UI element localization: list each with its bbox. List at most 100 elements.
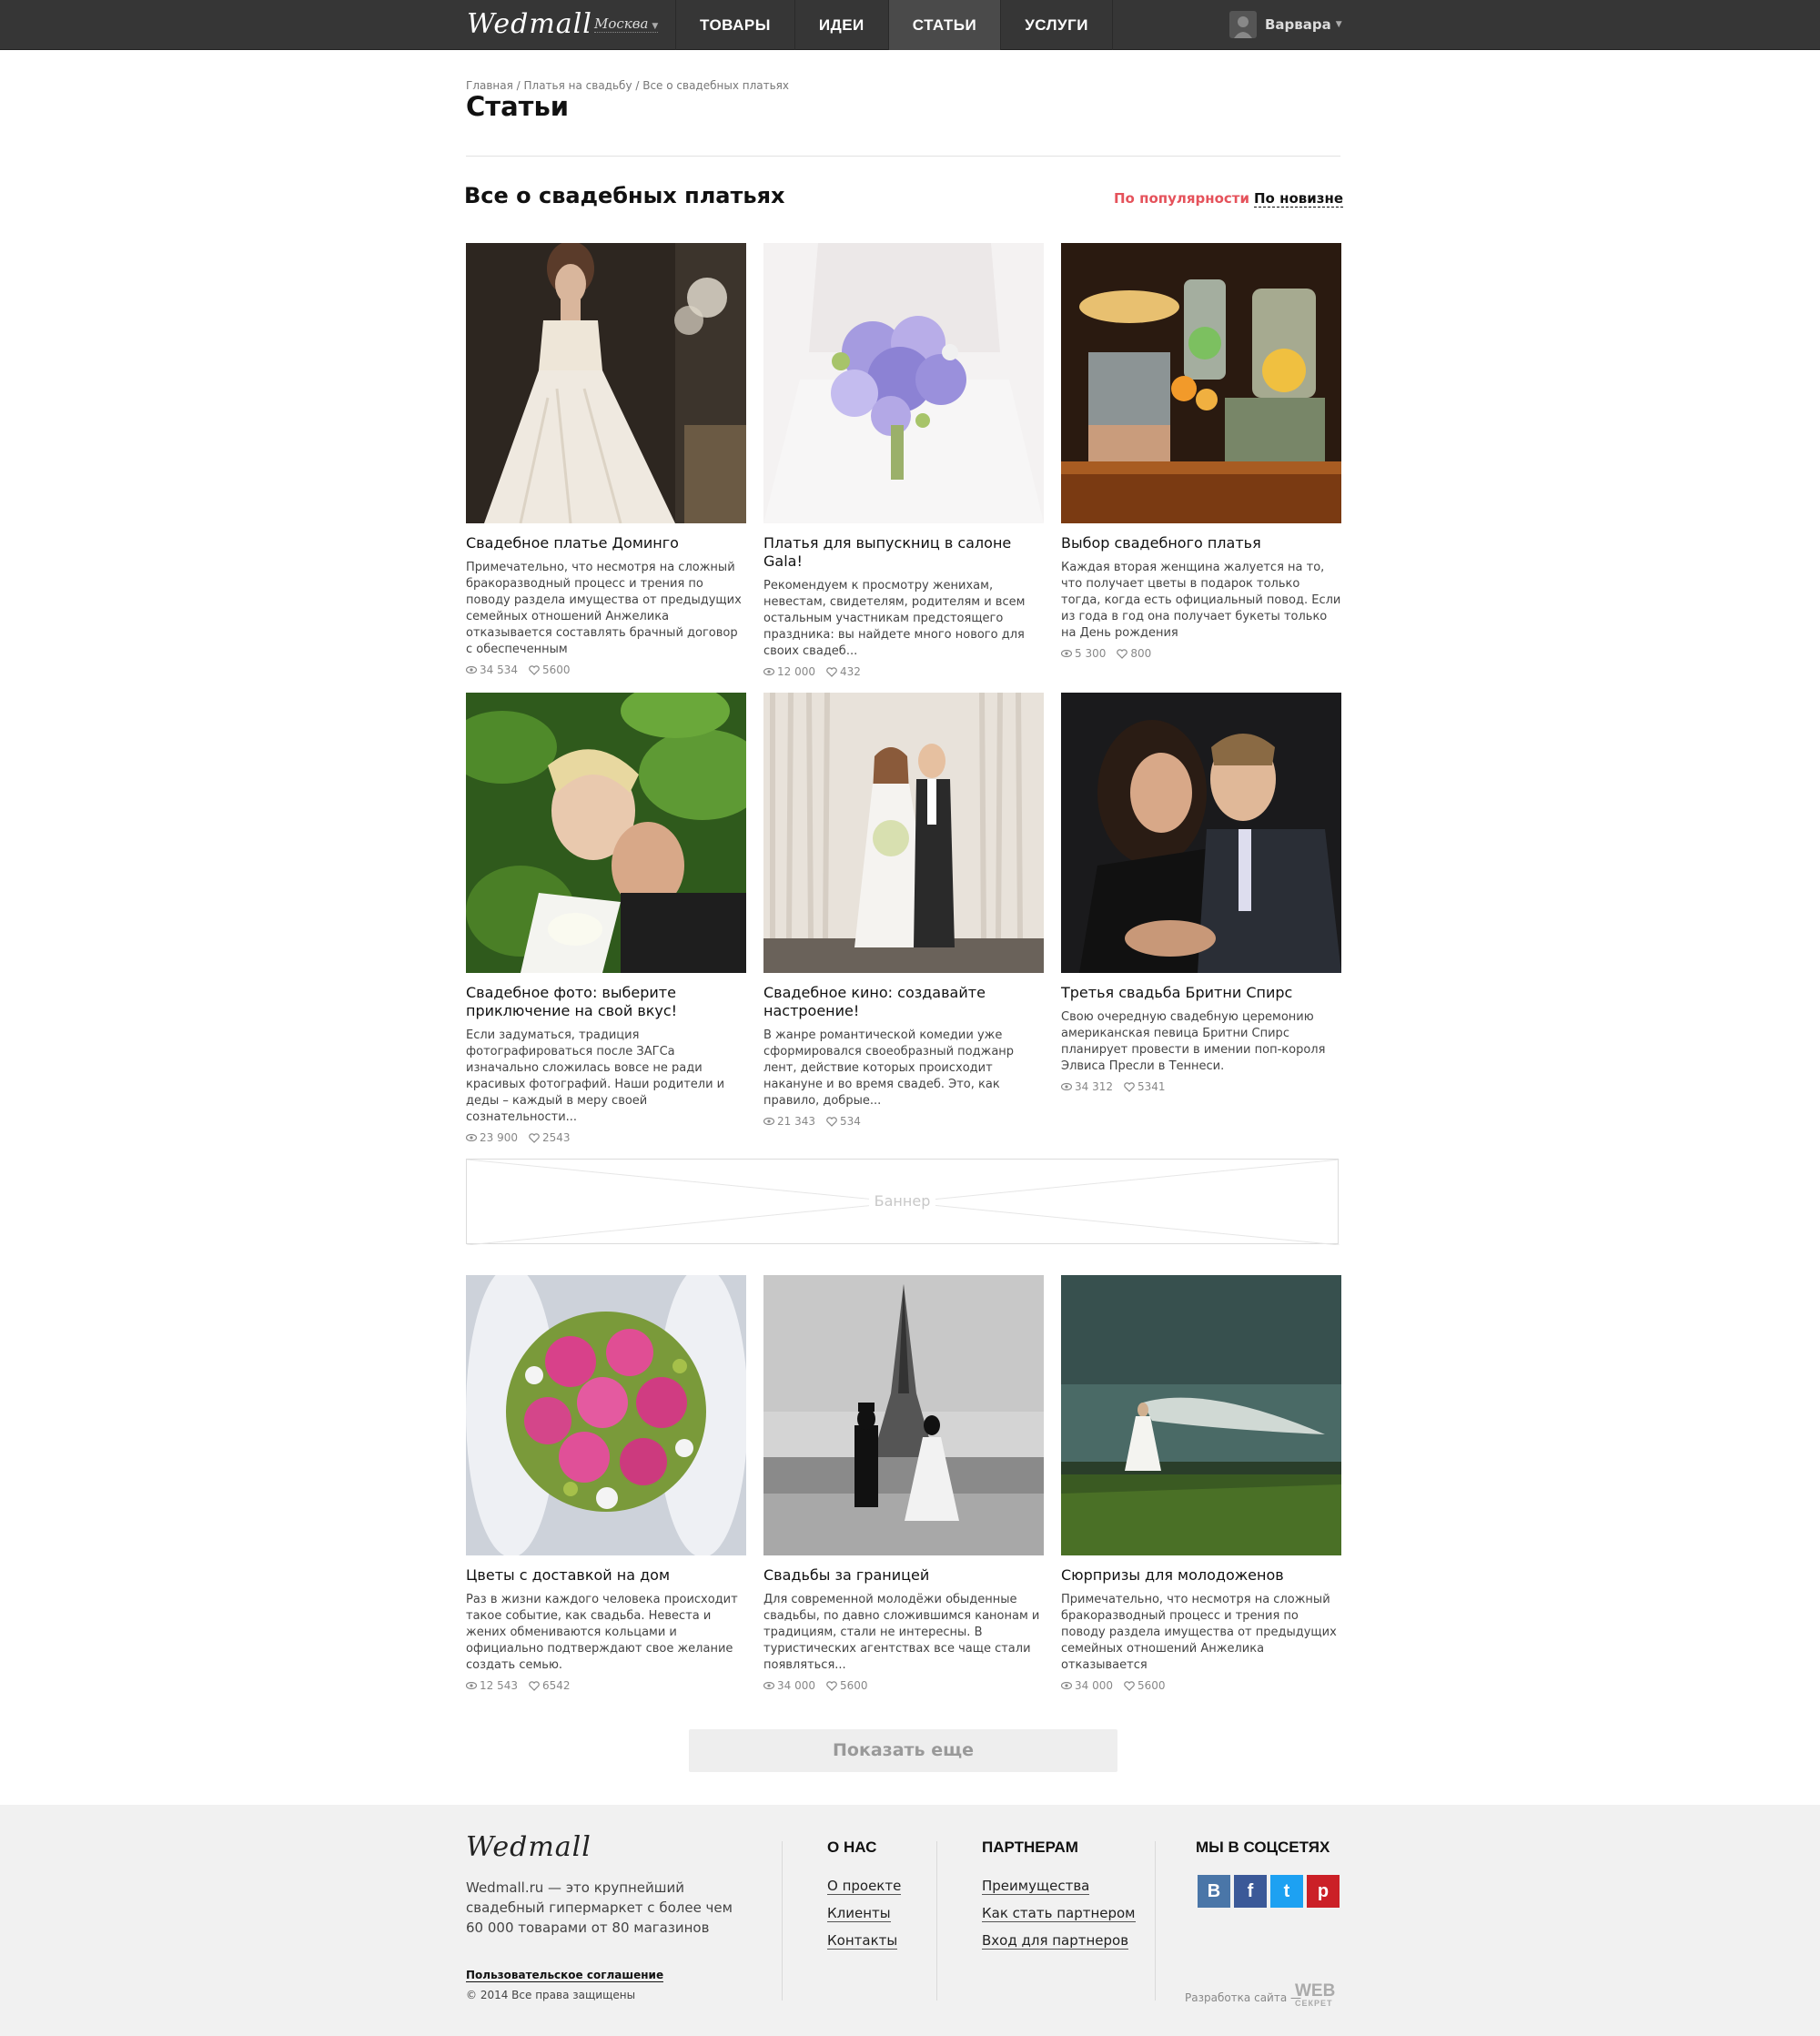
views-count: 12 000: [777, 665, 815, 678]
article-image-couple-kiss[interactable]: [466, 693, 746, 973]
article-excerpt: Свою очередную свадебную церемонию амери…: [1061, 1010, 1326, 1073]
nav-item-ideas[interactable]: ИДЕИ: [795, 0, 889, 50]
heart-icon: [1124, 1081, 1135, 1092]
article-card[interactable]: Платья для выпускниц в салоне Gala! Реко…: [763, 243, 1044, 678]
footer-link-contacts[interactable]: Контакты: [827, 1932, 898, 1950]
sort-by-newest[interactable]: По новизне: [1254, 190, 1344, 208]
likes-count: 534: [840, 1115, 861, 1128]
footer-link-advantages[interactable]: Преимущества: [982, 1878, 1090, 1895]
article-title[interactable]: Свадьбы за границей: [763, 1566, 1044, 1585]
views-count: 34 312: [1075, 1080, 1113, 1093]
article-card[interactable]: Свадебное кино: создавайте настроение! В…: [763, 693, 1044, 1128]
eye-icon: [466, 1134, 477, 1141]
article-card[interactable]: Цветы с доставкой на дом Раз в жизни каж…: [466, 1275, 746, 1692]
eye-icon: [763, 1682, 774, 1689]
vk-icon[interactable]: В: [1198, 1875, 1230, 1908]
footer-link-clients[interactable]: Клиенты: [827, 1905, 891, 1922]
page-title: Статьи: [466, 91, 570, 122]
likes-count: 2543: [542, 1131, 571, 1144]
article-card[interactable]: Выбор свадебного платья Каждая вторая же…: [1061, 243, 1341, 660]
developer-logo[interactable]: WEB СЕКРЕТ: [1295, 1981, 1336, 2008]
eye-icon: [763, 1118, 774, 1125]
user-agreement-link[interactable]: Пользовательское соглашение: [466, 1969, 664, 1982]
user-icon: [1234, 16, 1252, 38]
views-count: 21 343: [777, 1115, 815, 1128]
article-card[interactable]: Свадьбы за границей Для современной моло…: [763, 1275, 1044, 1692]
article-title[interactable]: Свадебное платье Доминго: [466, 534, 746, 552]
article-image-wedding-couple[interactable]: [763, 693, 1044, 973]
article-stats: 34 000 5600: [1061, 1679, 1341, 1692]
divider: [782, 1841, 783, 2001]
likes-count: 5600: [840, 1679, 868, 1692]
nav-item-articles[interactable]: СТАТЬИ: [888, 0, 1002, 50]
show-more-button[interactable]: Показать еще: [689, 1729, 1117, 1772]
article-title[interactable]: Цветы с доставкой на дом: [466, 1566, 746, 1585]
developer-logo-text: WEB: [1295, 1981, 1336, 2001]
article-image-candy-bar[interactable]: [1061, 243, 1341, 523]
divider: [936, 1841, 937, 2001]
article-stats: 34 000 5600: [763, 1679, 1044, 1692]
twitter-icon[interactable]: t: [1270, 1875, 1303, 1908]
footer-link-about-project[interactable]: О проекте: [827, 1878, 902, 1895]
footer-link-partner-login[interactable]: Вход для партнеров: [982, 1932, 1129, 1950]
article-title[interactable]: Выбор свадебного платья: [1061, 534, 1341, 552]
breadcrumb[interactable]: Главная / Платья на свадьбу / Все о свад…: [466, 79, 789, 92]
article-title[interactable]: Платья для выпускниц в салоне Gala!: [763, 534, 1044, 571]
sort-by-popularity[interactable]: По популярности: [1114, 190, 1249, 207]
user-menu[interactable]: Варвара ▼: [1229, 11, 1342, 38]
article-title[interactable]: Сюрпризы для молодоженов: [1061, 1566, 1341, 1585]
article-stats: 12 543 6542: [466, 1679, 746, 1692]
article-card[interactable]: Свадебное платье Доминго Примечательно, …: [466, 243, 746, 676]
article-card[interactable]: Сюрпризы для молодоженов Примечательно, …: [1061, 1275, 1341, 1692]
article-excerpt: Каждая вторая женщина жалуется на то, чт…: [1061, 561, 1341, 640]
main-nav: ТОВАРЫ ИДЕИ СТАТЬИ УСЛУГИ: [675, 0, 1113, 50]
article-card[interactable]: Третья свадьба Бритни Спирс Свою очередн…: [1061, 693, 1341, 1093]
nav-item-goods[interactable]: ТОВАРЫ: [676, 0, 795, 50]
article-image-bride-dress[interactable]: [466, 243, 746, 523]
ad-banner[interactable]: Баннер: [466, 1159, 1340, 1245]
pinterest-icon[interactable]: p: [1307, 1875, 1340, 1908]
eye-icon: [763, 668, 774, 675]
article-title[interactable]: Свадебное фото: выберите приключение на …: [466, 984, 746, 1020]
footer-social-heading: МЫ В СОЦСЕТЯХ: [1196, 1838, 1330, 1856]
eye-icon: [1061, 1083, 1072, 1090]
article-card[interactable]: Свадебное фото: выберите приключение на …: [466, 693, 746, 1144]
views-count: 23 900: [480, 1131, 518, 1144]
article-stats: 21 343 534: [763, 1115, 1044, 1128]
views-count: 34 534: [480, 663, 518, 676]
social-links: В f t p: [1198, 1875, 1343, 1908]
article-title[interactable]: Свадебное кино: создавайте настроение!: [763, 984, 1044, 1020]
footer-link-become-partner[interactable]: Как стать партнером: [982, 1905, 1136, 1922]
article-stats: 5 300 800: [1061, 647, 1341, 660]
views-count: 5 300: [1075, 647, 1107, 660]
article-title[interactable]: Третья свадьба Бритни Спирс: [1061, 984, 1341, 1002]
likes-count: 5600: [1138, 1679, 1166, 1692]
article-image-paris-couple[interactable]: [763, 1275, 1044, 1555]
avatar: [1229, 11, 1257, 38]
heart-icon: [1117, 648, 1128, 659]
user-name: Варвара: [1265, 16, 1331, 33]
article-excerpt: Рекомендуем к просмотру женихам, невеста…: [763, 579, 1026, 658]
eye-icon: [466, 666, 477, 674]
footer-partners-heading: ПАРТНЕРАМ: [982, 1838, 1078, 1856]
footer-logo[interactable]: Wedmall: [466, 1831, 592, 1863]
heart-icon: [826, 1116, 837, 1127]
chevron-down-icon: ▼: [1335, 20, 1342, 29]
facebook-icon[interactable]: f: [1234, 1875, 1267, 1908]
views-count: 34 000: [1075, 1679, 1113, 1692]
article-image-bouquet-lilac[interactable]: [763, 243, 1044, 523]
article-stats: 34 312 5341: [1061, 1080, 1341, 1093]
article-stats: 23 900 2543: [466, 1131, 746, 1144]
footer-about-heading: О НАС: [827, 1838, 877, 1856]
nav-item-services[interactable]: УСЛУГИ: [1001, 0, 1113, 50]
article-image-rose-bouquet[interactable]: [466, 1275, 746, 1555]
eye-icon: [1061, 1682, 1072, 1689]
article-image-celebrity-couple[interactable]: [1061, 693, 1341, 973]
site-logo[interactable]: Wedmall: [467, 8, 592, 40]
article-stats: 34 534 5600: [466, 663, 746, 676]
footer: Wedmall Wedmall.ru — это крупнейший свад…: [0, 1805, 1820, 2036]
city-selector[interactable]: Москва ▼: [594, 15, 659, 33]
article-image-bride-field[interactable]: [1061, 1275, 1341, 1555]
article-excerpt: Примечательно, что несмотря на сложный б…: [466, 561, 742, 656]
divider: [466, 156, 1340, 157]
